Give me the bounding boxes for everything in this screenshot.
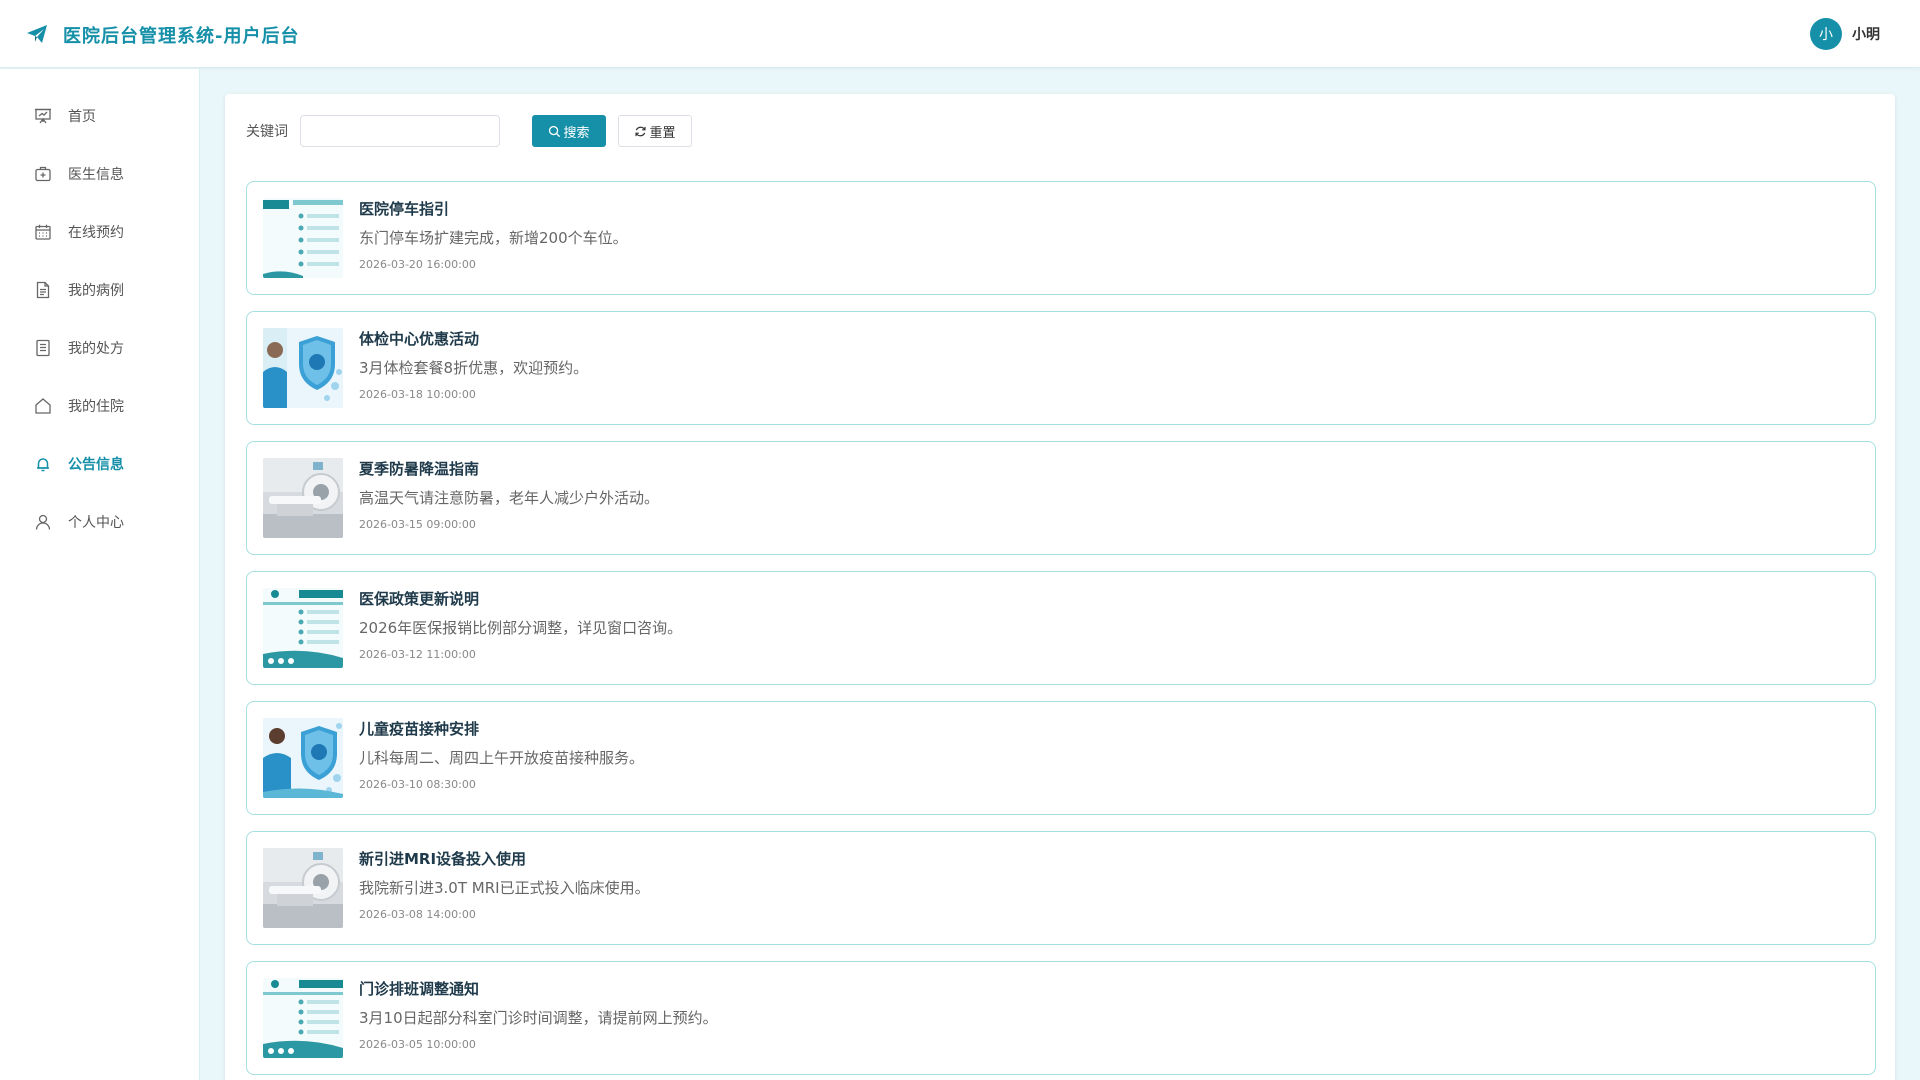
notice-item[interactable]: 医保政策更新说明 2026年医保报销比例部分调整，详见窗口咨询。 2026-03… — [246, 571, 1876, 685]
sidebar-item-label: 我的处方 — [68, 341, 124, 357]
notice-panel: 关键词 搜索 重置 医院停车指引 东门停车场扩建完成，新增200个车位。 202… — [225, 94, 1895, 1080]
notice-description: 儿科每周二、周四上午开放疫苗接种服务。 — [359, 749, 645, 767]
avatar[interactable]: 小 — [1810, 18, 1842, 50]
user-icon — [34, 513, 52, 531]
sidebar-item-doctors[interactable]: 医生信息 — [0, 145, 199, 203]
sidebar-item-home[interactable]: 首页 — [0, 87, 199, 145]
notice-list: 医院停车指引 东门停车场扩建完成，新增200个车位。 2026-03-20 16… — [246, 181, 1876, 1080]
notice-title: 新引进MRI设备投入使用 — [359, 850, 527, 868]
refresh-icon — [635, 126, 647, 136]
mri-room-image — [263, 458, 343, 538]
sidebar: 首页 医生信息 在线预约 我的病例 我的处方 我的住院 公告信息 个人中心 — [0, 69, 200, 1080]
sidebar-item-cases[interactable]: 我的病例 — [0, 261, 199, 319]
notice-title: 门诊排班调整通知 — [359, 980, 480, 998]
search-icon — [549, 125, 561, 137]
list-document-icon — [34, 339, 52, 357]
paper-plane-icon — [24, 22, 50, 46]
sidebar-item-label: 医生信息 — [68, 167, 124, 183]
reset-button-label: 重置 — [649, 125, 676, 141]
notice-time: 2026-03-15 09:00:00 — [359, 518, 476, 531]
doctor-shield-image — [263, 718, 343, 798]
calendar-icon — [34, 223, 52, 241]
search-bar: 关键词 搜索 重置 — [246, 115, 692, 147]
sidebar-item-notices[interactable]: 公告信息 — [0, 435, 199, 493]
notice-title: 儿童疫苗接种安排 — [359, 720, 480, 738]
mri-room-image — [263, 848, 343, 928]
app-title: 医院后台管理系统-用户后台 — [63, 26, 300, 47]
sidebar-item-prescriptions[interactable]: 我的处方 — [0, 319, 199, 377]
sidebar-item-appointment[interactable]: 在线预约 — [0, 203, 199, 261]
sidebar-item-label: 个人中心 — [68, 515, 124, 531]
sidebar-item-label: 我的病例 — [68, 283, 124, 299]
medical-kit-icon — [34, 165, 52, 183]
schedule-chart-image — [263, 198, 343, 278]
reset-button[interactable]: 重置 — [618, 115, 692, 147]
notice-time: 2026-03-12 11:00:00 — [359, 648, 476, 661]
search-button[interactable]: 搜索 — [532, 115, 606, 147]
notice-description: 3月体检套餐8折优惠，欢迎预约。 — [359, 359, 589, 377]
username[interactable]: 小明 — [1852, 24, 1880, 44]
notice-title: 体检中心优惠活动 — [359, 330, 480, 348]
notice-description: 高温天气请注意防暑，老年人减少户外活动。 — [359, 489, 660, 507]
sidebar-item-profile[interactable]: 个人中心 — [0, 493, 199, 551]
schedule-chart-image — [263, 978, 343, 1058]
notice-description: 3月10日起部分科室门诊时间调整，请提前网上预约。 — [359, 1009, 718, 1027]
search-button-label: 搜索 — [563, 125, 590, 141]
notice-item[interactable]: 体检中心优惠活动 3月体检套餐8折优惠，欢迎预约。 2026-03-18 10:… — [246, 311, 1876, 425]
notice-title: 夏季防暑降温指南 — [359, 460, 480, 478]
sidebar-item-label: 在线预约 — [68, 225, 124, 241]
top-header: 医院后台管理系统-用户后台 小 小明 — [0, 0, 1920, 68]
user-menu[interactable]: 小 小明 — [1810, 18, 1880, 50]
notice-item[interactable]: 儿童疫苗接种安排 儿科每周二、周四上午开放疫苗接种服务。 2026-03-10 … — [246, 701, 1876, 815]
keyword-input[interactable] — [300, 115, 500, 147]
sidebar-item-hospitalization[interactable]: 我的住院 — [0, 377, 199, 435]
bell-icon — [34, 455, 52, 473]
notice-item[interactable]: 新引进MRI设备投入使用 我院新引进3.0T MRI已正式投入临床使用。 202… — [246, 831, 1876, 945]
notice-description: 2026年医保报销比例部分调整，详见窗口咨询。 — [359, 619, 683, 637]
notice-description: 我院新引进3.0T MRI已正式投入临床使用。 — [359, 879, 650, 897]
notice-title: 医院停车指引 — [359, 200, 450, 218]
sidebar-item-label: 我的住院 — [68, 399, 124, 415]
sidebar-item-label: 首页 — [68, 109, 96, 125]
notice-item[interactable]: 医院停车指引 东门停车场扩建完成，新增200个车位。 2026-03-20 16… — [246, 181, 1876, 295]
notice-title: 医保政策更新说明 — [359, 590, 480, 608]
presentation-icon — [34, 107, 52, 125]
notice-time: 2026-03-10 08:30:00 — [359, 778, 476, 791]
document-icon — [34, 281, 52, 299]
notice-time: 2026-03-08 14:00:00 — [359, 908, 476, 921]
notice-time: 2026-03-05 10:00:00 — [359, 1038, 476, 1051]
doctor-shield-image — [263, 328, 343, 408]
keyword-label: 关键词 — [246, 124, 288, 140]
notice-description: 东门停车场扩建完成，新增200个车位。 — [359, 229, 628, 247]
notice-time: 2026-03-18 10:00:00 — [359, 388, 476, 401]
notice-time: 2026-03-20 16:00:00 — [359, 258, 476, 271]
schedule-chart-image — [263, 588, 343, 668]
notice-item[interactable]: 夏季防暑降温指南 高温天气请注意防暑，老年人减少户外活动。 2026-03-15… — [246, 441, 1876, 555]
house-icon — [34, 397, 52, 415]
sidebar-item-label: 公告信息 — [68, 457, 124, 473]
notice-item[interactable]: 门诊排班调整通知 3月10日起部分科室门诊时间调整，请提前网上预约。 2026-… — [246, 961, 1876, 1075]
